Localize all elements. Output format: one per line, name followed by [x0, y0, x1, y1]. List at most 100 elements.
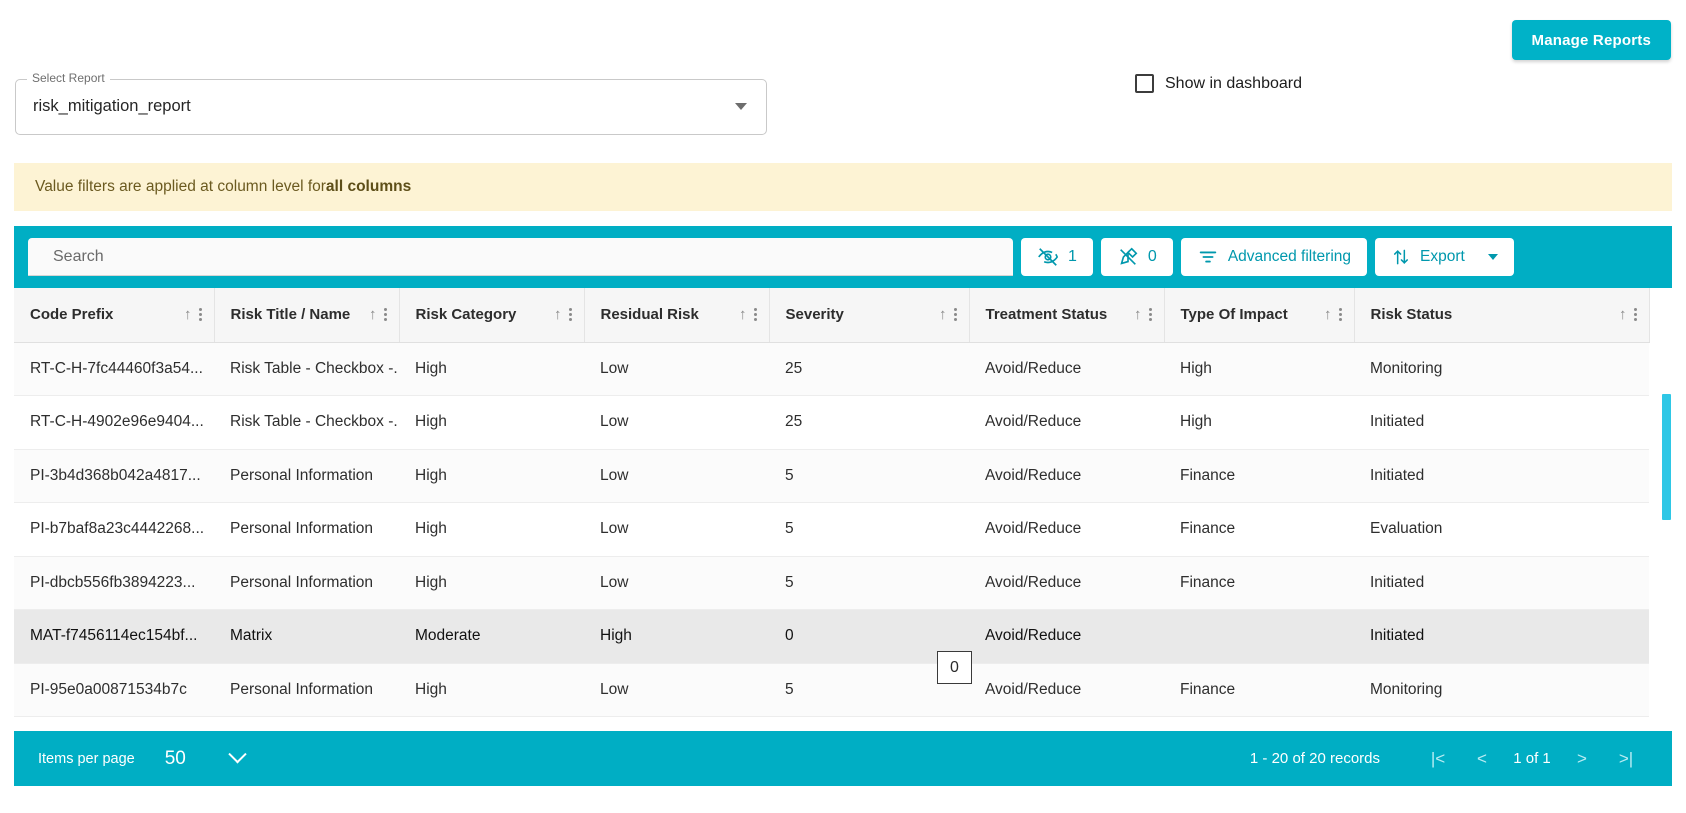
table-cell[interactable]: PI-95e0a00871534b7c — [14, 663, 214, 717]
checkbox-icon[interactable] — [1135, 74, 1154, 93]
cell-value-overlay[interactable]: 0 — [937, 651, 972, 684]
table-row[interactable]: PI-dbcb556fb3894223... Personal Informati… — [14, 556, 1649, 610]
table-cell[interactable]: Avoid/Reduce — [969, 663, 1164, 717]
table-cell[interactable]: PI-3b4d368b042a4817... — [14, 449, 214, 503]
items-per-page-value[interactable]: 50 — [165, 748, 186, 770]
table-cell[interactable]: PI-b7baf8a23c4442268... — [14, 502, 214, 557]
table-column-header[interactable]: Risk Title / Name ↑ — [214, 288, 400, 343]
column-menu-icon[interactable] — [1338, 308, 1342, 322]
first-page-button[interactable]: |< — [1416, 748, 1460, 770]
last-page-button[interactable]: >| — [1604, 748, 1648, 770]
sort-ascending-icon[interactable]: ↑ — [554, 306, 562, 323]
hidden-columns-button[interactable]: 1 — [1021, 238, 1093, 276]
next-page-button[interactable]: > — [1560, 748, 1604, 770]
export-button[interactable]: Export — [1375, 238, 1514, 276]
table-cell[interactable]: Finance — [1164, 663, 1354, 717]
table-cell[interactable]: Initiated — [1354, 449, 1649, 503]
table-cell[interactable]: Initiated — [1354, 556, 1649, 610]
advanced-filtering-button[interactable]: Advanced filtering — [1180, 238, 1368, 276]
show-in-dashboard-checkbox[interactable]: Show in dashboard — [1135, 74, 1302, 93]
sort-ascending-icon[interactable]: ↑ — [739, 306, 747, 323]
table-row[interactable]: MAT-f7456114ec154bf... Matrix Moderate High… — [14, 609, 1649, 664]
sort-ascending-icon[interactable]: ↑ — [1619, 306, 1627, 323]
table-cell[interactable]: PI-dbcb556fb3894223... — [14, 556, 214, 610]
table-cell[interactable]: High — [584, 609, 769, 664]
table-cell[interactable]: Low — [584, 449, 769, 503]
table-cell[interactable]: Moderate — [399, 609, 584, 664]
table-cell[interactable]: High — [399, 449, 584, 503]
sort-ascending-icon[interactable]: ↑ — [369, 306, 377, 323]
table-cell[interactable]: Initiated — [1354, 609, 1649, 664]
table-cell[interactable]: Low — [584, 502, 769, 557]
table-cell[interactable]: Evaluation — [1354, 502, 1649, 557]
table-cell[interactable]: 5 — [769, 449, 969, 503]
table-cell[interactable]: High — [399, 502, 584, 557]
table-cell[interactable]: 25 — [769, 342, 969, 396]
table-cell[interactable]: Avoid/Reduce — [969, 556, 1164, 610]
table-cell[interactable]: 5 — [769, 556, 969, 610]
table-vertical-scrollbar[interactable] — [1661, 288, 1672, 731]
table-cell[interactable]: Risk Table - Checkbox -... — [214, 395, 399, 450]
table-cell[interactable]: Low — [584, 342, 769, 396]
table-cell[interactable]: High — [399, 395, 584, 450]
table-cell[interactable]: RT-C-H-4902e96e9404... — [14, 395, 214, 450]
table-cell[interactable]: 25 — [769, 395, 969, 450]
table-cell[interactable]: High — [1164, 395, 1354, 450]
table-cell[interactable]: Personal Information — [214, 556, 399, 610]
table-cell[interactable]: Low — [584, 663, 769, 717]
scrollbar-thumb[interactable] — [1662, 394, 1671, 520]
table-cell[interactable]: High — [399, 663, 584, 717]
items-per-page-chevron-down-icon[interactable] — [228, 745, 247, 764]
table-column-header[interactable]: Type Of Impact ↑ — [1164, 288, 1355, 343]
column-menu-icon[interactable] — [1148, 308, 1152, 322]
table-cell[interactable]: Avoid/Reduce — [969, 342, 1164, 396]
table-cell[interactable]: Monitoring — [1354, 342, 1649, 396]
search-input[interactable]: Search — [28, 238, 1013, 276]
table-column-header[interactable]: Code Prefix ↑ — [14, 288, 215, 343]
table-cell[interactable]: RT-C-H-7fc44460f3a54... — [14, 342, 214, 396]
pinned-columns-button[interactable]: 0 — [1100, 238, 1173, 276]
table-row[interactable]: RT-C-H-7fc44460f3a54... Risk Table - Chec… — [14, 342, 1649, 396]
sort-ascending-icon[interactable]: ↑ — [939, 306, 947, 323]
table-cell[interactable]: High — [399, 556, 584, 610]
table-cell[interactable]: Personal Information — [214, 663, 399, 717]
table-cell[interactable]: Finance — [1164, 502, 1354, 557]
table-cell[interactable]: Avoid/Reduce — [969, 502, 1164, 557]
sort-ascending-icon[interactable]: ↑ — [184, 306, 192, 323]
table-cell[interactable]: High — [1164, 342, 1354, 396]
table-cell[interactable]: Personal Information — [214, 449, 399, 503]
column-menu-icon[interactable] — [383, 308, 387, 322]
column-menu-icon[interactable] — [1633, 308, 1637, 322]
table-cell[interactable]: Finance — [1164, 556, 1354, 610]
table-cell[interactable]: MAT-f7456114ec154bf... — [14, 609, 214, 664]
table-cell[interactable]: Finance — [1164, 449, 1354, 503]
table-cell[interactable] — [1164, 609, 1354, 664]
table-cell[interactable]: Avoid/Reduce — [969, 449, 1164, 503]
table-cell[interactable]: Risk Table - Checkbox -... — [214, 342, 399, 396]
table-cell[interactable]: Avoid/Reduce — [969, 395, 1164, 450]
column-menu-icon[interactable] — [568, 308, 572, 322]
table-cell[interactable]: Monitoring — [1354, 663, 1649, 717]
table-column-header[interactable]: Residual Risk ↑ — [584, 288, 770, 343]
table-column-header[interactable]: Severity ↑ — [769, 288, 970, 343]
table-cell[interactable]: Low — [584, 395, 769, 450]
sort-ascending-icon[interactable]: ↑ — [1324, 306, 1332, 323]
table-row[interactable]: RT-C-H-4902e96e9404... Risk Table - Check… — [14, 395, 1649, 450]
column-menu-icon[interactable] — [198, 308, 202, 322]
table-cell[interactable]: High — [399, 342, 584, 396]
table-column-header[interactable]: Risk Status ↑ — [1354, 288, 1650, 343]
table-column-header[interactable]: Treatment Status ↑ — [969, 288, 1165, 343]
table-column-header[interactable]: Risk Category ↑ — [399, 288, 585, 343]
previous-page-button[interactable]: < — [1460, 748, 1504, 770]
column-menu-icon[interactable] — [753, 308, 757, 322]
table-row[interactable]: PI-3b4d368b042a4817... Personal Informati… — [14, 449, 1649, 503]
chevron-down-icon[interactable] — [735, 103, 747, 110]
table-cell[interactable]: Initiated — [1354, 395, 1649, 450]
table-cell[interactable]: Avoid/Reduce — [969, 609, 1164, 664]
table-row[interactable]: PI-b7baf8a23c4442268... Personal Informat… — [14, 502, 1649, 557]
export-caret-icon[interactable] — [1487, 254, 1498, 260]
table-cell[interactable]: Personal Information — [214, 502, 399, 557]
column-menu-icon[interactable] — [953, 308, 957, 322]
table-row[interactable]: PI-95e0a00871534b7c Personal Information H… — [14, 663, 1649, 717]
manage-reports-button[interactable]: Manage Reports — [1511, 20, 1671, 60]
